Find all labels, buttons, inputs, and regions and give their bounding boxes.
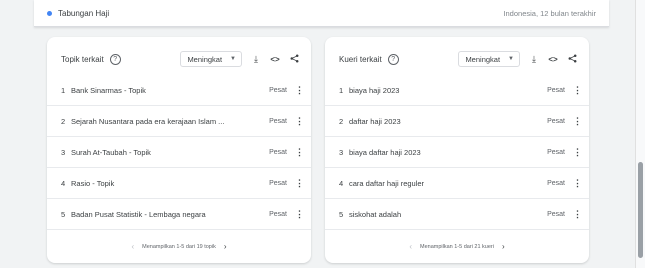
list-item[interactable]: 1 Bank Sinarmas - Topik Pesat ⋮ [47,75,311,106]
query-link[interactable]: siskohat adalah [349,210,401,219]
growth-value: Pesat [269,148,287,156]
sort-select-value: Meningkat [465,54,501,64]
dropdown-arrow-icon: ▼ [508,56,514,62]
share-icon[interactable] [289,54,299,65]
topic-link[interactable]: Sejarah Nusantara pada era kerajaan Isla… [71,117,224,126]
more-vert-icon[interactable]: ⋮ [295,116,304,126]
list-item[interactable]: 5 siskohat adalah Pesat ⋮ [325,199,589,230]
growth-value: Pesat [269,117,287,125]
growth-value: Pesat [269,210,287,218]
share-icon[interactable] [567,54,577,65]
code-embed-icon[interactable]: <> [270,55,280,64]
pagination: ‹ Menampilkan 1-5 dari 21 kueri › [325,242,589,251]
growth-value: Pesat [547,117,565,125]
pagination-label: Menampilkan 1-5 dari 19 topik [142,243,216,250]
related-topics-list: 1 Bank Sinarmas - Topik Pesat ⋮ 2 Sejara… [47,75,311,230]
chevron-right-icon[interactable]: › [502,242,505,251]
card-title: Topik terkait [61,54,104,64]
list-item[interactable]: 4 cara daftar haji reguler Pesat ⋮ [325,168,589,199]
rank-number: 3 [339,147,344,157]
more-vert-icon[interactable]: ⋮ [573,178,582,188]
growth-value: Pesat [547,148,565,156]
rank-number: 2 [61,116,66,126]
related-queries-card: Kueri terkait ? Meningkat ▼ ⤓ <> 1 biaya… [325,37,589,263]
rank-number: 4 [61,178,66,188]
topic-link[interactable]: Surah At-Taubah - Topik [71,148,151,157]
search-term-bar: Tabungan Haji Indonesia, 12 bulan terakh… [34,0,609,27]
help-icon[interactable]: ? [109,53,121,65]
series-color-dot [47,10,52,16]
more-vert-icon[interactable]: ⋮ [295,178,304,188]
pagination: ‹ Menampilkan 1-5 dari 19 topik › [47,242,311,251]
rank-number: 3 [61,147,66,157]
chevron-left-icon[interactable]: ‹ [409,242,412,251]
growth-value: Pesat [269,179,287,187]
code-embed-icon[interactable]: <> [548,55,558,64]
list-item[interactable]: 2 Sejarah Nusantara pada era kerajaan Is… [47,106,311,137]
more-vert-icon[interactable]: ⋮ [573,147,582,157]
list-item[interactable]: 1 biaya haji 2023 Pesat ⋮ [325,75,589,106]
chevron-left-icon[interactable]: ‹ [131,242,134,251]
topic-link[interactable]: Badan Pusat Statistik - Lembaga negara [71,210,206,219]
card-title: Kueri terkait [339,54,382,64]
rank-number: 4 [339,178,344,188]
topic-link[interactable]: Rasio - Topik [71,179,114,188]
list-item[interactable]: 4 Rasio - Topik Pesat ⋮ [47,168,311,199]
query-link[interactable]: biaya haji 2023 [349,86,399,95]
search-scope-label: Indonesia, 12 bulan terakhir [503,8,596,18]
list-item[interactable]: 5 Badan Pusat Statistik - Lembaga negara… [47,199,311,230]
rank-number: 1 [61,85,66,95]
growth-value: Pesat [547,86,565,94]
download-icon[interactable]: ⤓ [251,54,261,65]
list-item[interactable]: 3 biaya daftar haji 2023 Pesat ⋮ [325,137,589,168]
query-link[interactable]: cara daftar haji reguler [349,179,424,188]
rank-number: 1 [339,85,344,95]
topic-link[interactable]: Bank Sinarmas - Topik [71,86,146,95]
query-link[interactable]: daftar haji 2023 [349,117,401,126]
more-vert-icon[interactable]: ⋮ [295,209,304,219]
page-scrollbar[interactable] [635,0,645,268]
chevron-right-icon[interactable]: › [224,242,227,251]
list-item[interactable]: 2 daftar haji 2023 Pesat ⋮ [325,106,589,137]
search-term-label: Tabungan Haji [58,8,110,18]
growth-value: Pesat [547,210,565,218]
help-icon[interactable]: ? [387,53,399,65]
related-topics-card: Topik terkait ? Meningkat ▼ ⤓ <> 1 Bank … [47,37,311,263]
more-vert-icon[interactable]: ⋮ [295,147,304,157]
rank-number: 5 [61,209,66,219]
more-vert-icon[interactable]: ⋮ [295,85,304,95]
dropdown-arrow-icon: ▼ [230,56,236,62]
rank-number: 2 [339,116,344,126]
download-icon[interactable]: ⤓ [529,54,539,65]
list-item[interactable]: 3 Surah At-Taubah - Topik Pesat ⋮ [47,137,311,168]
scrollbar-thumb[interactable] [638,162,643,258]
more-vert-icon[interactable]: ⋮ [573,116,582,126]
more-vert-icon[interactable]: ⋮ [573,209,582,219]
sort-select-value: Meningkat [187,54,223,64]
pagination-label: Menampilkan 1-5 dari 21 kueri [420,243,494,250]
more-vert-icon[interactable]: ⋮ [573,85,582,95]
rank-number: 5 [339,209,344,219]
growth-value: Pesat [269,86,287,94]
sort-select[interactable]: Meningkat ▼ [458,51,520,67]
sort-select[interactable]: Meningkat ▼ [180,51,242,67]
related-queries-list: 1 biaya haji 2023 Pesat ⋮ 2 daftar haji … [325,75,589,230]
query-link[interactable]: biaya daftar haji 2023 [349,148,421,157]
growth-value: Pesat [547,179,565,187]
